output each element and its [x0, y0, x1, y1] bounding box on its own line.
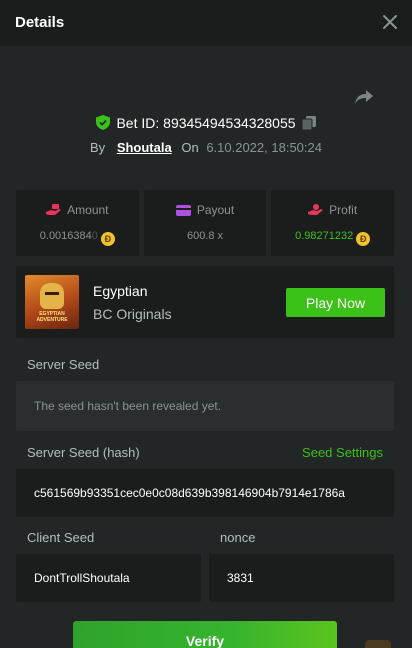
by-label: By	[90, 140, 106, 155]
game-thumbnail[interactable]: EGYPTIAN ADVENTURE	[25, 275, 79, 329]
server-seed-field: The seed hasn't been revealed yet.	[16, 381, 394, 431]
profit-hand-icon	[308, 204, 324, 215]
game-name: Egyptian	[93, 283, 148, 299]
stat-profit-value: 0.98271232	[295, 230, 354, 242]
bet-id: Bet ID: 89345494534328055	[116, 115, 296, 131]
play-now-button[interactable]: Play Now	[286, 288, 385, 317]
stat-profit-label: Profit	[329, 203, 358, 217]
game-card: EGYPTIAN ADVENTURE Egyptian BC Originals…	[16, 266, 394, 338]
bet-date: 6.10.2022, 18:50:24	[206, 140, 322, 155]
nonce-label: nonce	[220, 530, 256, 545]
money-hand-icon	[46, 204, 62, 215]
shield-check-icon	[96, 115, 111, 130]
stat-amount: Amount 0.00163840 Ð	[16, 190, 139, 256]
pharaoh-icon	[40, 283, 64, 309]
game-provider: BC Originals	[93, 306, 172, 322]
user-link[interactable]: Shoutala	[117, 140, 172, 155]
coin-icon: Ð	[100, 232, 115, 246]
stats-row: Amount 0.00163840 Ð Payout 600.8 x Profit…	[16, 190, 395, 256]
stat-amount-label: Amount	[67, 203, 109, 217]
seed-settings-link[interactable]: Seed Settings	[302, 445, 383, 460]
stat-amount-value-fade: 0	[91, 230, 98, 242]
share-icon[interactable]	[354, 88, 374, 106]
stat-amount-value: 0.0016384	[39, 230, 92, 242]
stat-payout: Payout 600.8 x	[143, 190, 267, 256]
server-seed-label: Server Seed	[27, 357, 100, 372]
modal-header: Details	[0, 0, 412, 46]
bet-id-row: Bet ID: 89345494534328055	[0, 115, 412, 131]
modal-title: Details	[15, 14, 65, 31]
coin-icon: Ð	[356, 232, 371, 246]
on-label: On	[181, 140, 199, 155]
stat-payout-value: 600.8 x	[186, 230, 224, 242]
server-seed-hash-label: Server Seed (hash)	[27, 445, 140, 460]
client-seed-field[interactable]: DontTrollShoutala	[16, 554, 201, 602]
bet-byline: By Shoutala On 6.10.2022, 18:50:24	[0, 140, 412, 155]
verify-button[interactable]: Verify	[73, 621, 337, 648]
game-thumbnail-title: EGYPTIAN ADVENTURE	[36, 311, 68, 323]
server-seed-hash-field[interactable]: c561569b93351cec0e0c08d639b398146904b791…	[16, 469, 394, 517]
wallet-icon	[175, 205, 191, 216]
nonce-field[interactable]: 3831	[209, 554, 394, 602]
floating-avatar[interactable]	[365, 640, 391, 648]
stat-profit: Profit 0.98271232 Ð	[271, 190, 395, 256]
copy-icon[interactable]	[301, 116, 316, 130]
close-icon[interactable]	[382, 14, 398, 30]
client-seed-label: Client Seed	[27, 530, 95, 545]
stat-payout-label: Payout	[196, 203, 235, 217]
